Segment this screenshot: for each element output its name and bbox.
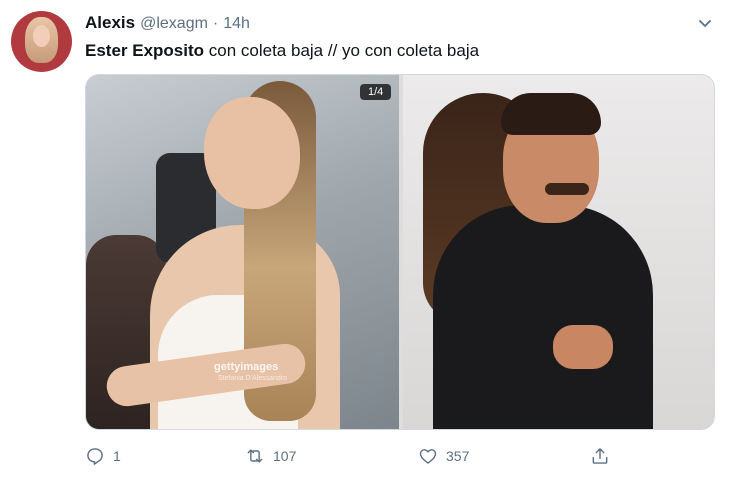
getty-credit: Stefania D'Alessandro (218, 375, 288, 382)
reply-button[interactable]: 1 (85, 443, 121, 469)
tweet-header: Alexis @lexagm · 14h (85, 13, 250, 33)
man-hairline (501, 93, 601, 135)
tweet[interactable]: Alexis @lexagm · 14h Ester Exposito con … (0, 0, 730, 479)
image-counter-badge: 1/4 (360, 84, 392, 100)
timestamp[interactable]: 14h (223, 15, 250, 33)
pointing-hand (553, 325, 613, 369)
retweet-icon (247, 449, 263, 463)
like-button[interactable]: 357 (418, 443, 469, 469)
man-black-suit (433, 205, 653, 429)
media-grid: 1/4 gettyimages Stefania D'Alessandro (85, 74, 715, 430)
media-image-right[interactable] (403, 75, 714, 429)
man-mustache (545, 183, 589, 195)
tweet-text-bold: Ester Exposito (85, 41, 205, 60)
tweet-actions: 1 107 357 (85, 443, 715, 469)
author-name[interactable]: Alexis (85, 13, 135, 33)
tweet-text: Ester Exposito con coleta baja // yo con… (85, 41, 479, 61)
separator-dot: · (212, 15, 219, 32)
retweet-button[interactable]: 107 (245, 443, 296, 469)
avatar[interactable] (11, 11, 72, 72)
avatar-face (33, 25, 50, 47)
reply-count: 1 (113, 448, 121, 464)
heart-icon (419, 449, 437, 464)
retweet-count: 107 (273, 448, 297, 464)
like-count: 357 (446, 448, 470, 464)
author-handle[interactable]: @lexagm (140, 15, 208, 33)
reply-icon (87, 448, 103, 465)
share-button[interactable] (590, 443, 610, 469)
share-icon (592, 448, 608, 464)
chevron-down-icon (699, 20, 711, 27)
getty-watermark: gettyimages (214, 361, 279, 373)
more-options-button[interactable] (694, 12, 716, 34)
tweet-text-rest: con coleta baja // yo con coleta baja (204, 41, 480, 60)
media-image-left[interactable]: 1/4 gettyimages Stefania D'Alessandro (86, 75, 399, 429)
woman-head (204, 97, 300, 209)
